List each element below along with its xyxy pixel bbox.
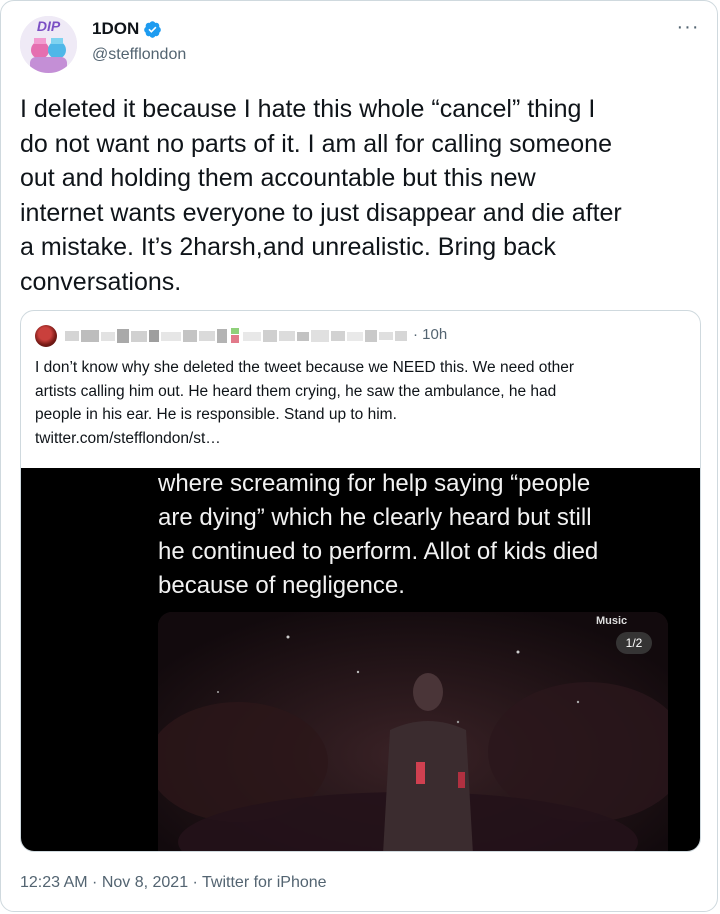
concert-video-image: [158, 612, 668, 851]
verified-badge-icon: [144, 20, 162, 38]
author-name[interactable]: 1DON: [92, 19, 162, 39]
more-options-icon[interactable]: ···: [673, 17, 703, 43]
quoted-tweet-time[interactable]: · 10h: [413, 326, 447, 343]
quoted-tweet-text: I don’t know why she deleted the tweet b…: [35, 359, 575, 447]
avatar-image: DIP: [20, 16, 77, 73]
author-name-text: 1DON: [92, 19, 140, 38]
quoted-author-avatar[interactable]: [35, 325, 57, 347]
tweet-card: DIP 1DON @stefflondon ··· I deleted it b…: [0, 0, 718, 912]
media-counter: 1/2: [616, 632, 652, 654]
redacted-author-name: [65, 328, 407, 343]
author-avatar[interactable]: DIP: [20, 16, 77, 73]
apple-music-badge: Music: [596, 615, 628, 627]
media-caption-text: where screaming for help saying “people …: [158, 470, 599, 599]
quoted-tweet-media[interactable]: where screaming for help saying “people …: [21, 468, 700, 851]
embedded-video-frame[interactable]: Music 1/2: [158, 612, 668, 851]
tweet-metadata[interactable]: 12:23 AM · Nov 8, 2021 · Twitter for iPh…: [20, 874, 327, 892]
tweet-text: I deleted it because I hate this whole “…: [20, 95, 622, 296]
quoted-tweet[interactable]: · 10h I don’t know why she deleted the t…: [20, 310, 701, 852]
svg-text:DIP: DIP: [37, 18, 61, 34]
author-handle[interactable]: @stefflondon: [92, 46, 186, 64]
